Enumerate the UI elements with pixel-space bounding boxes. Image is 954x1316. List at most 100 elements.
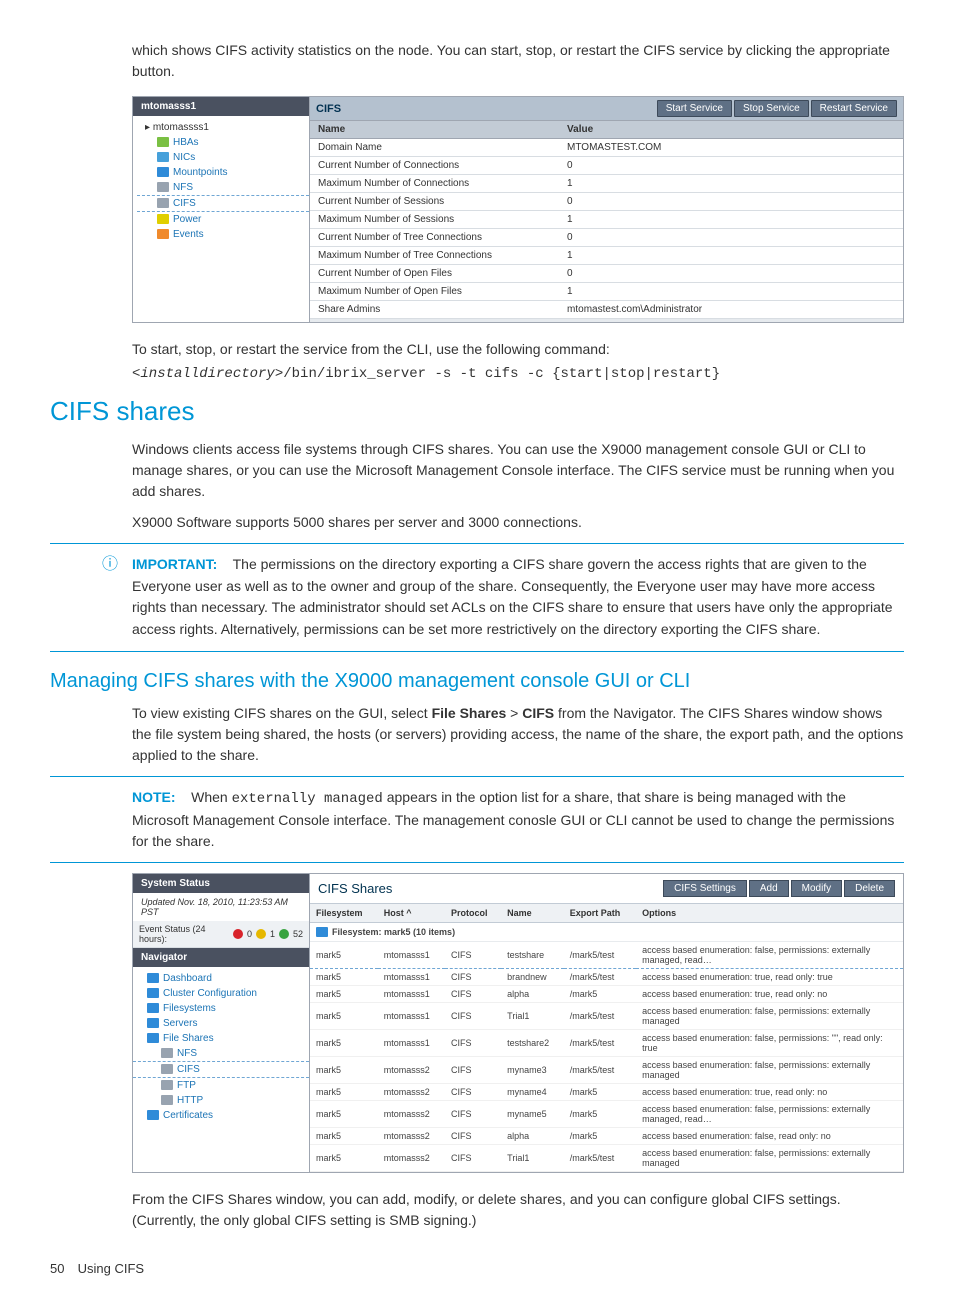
tree-item-hbas[interactable]: HBAs	[137, 135, 309, 150]
cli-intro: To start, stop, or restart the service f…	[132, 339, 904, 360]
nav-icon	[161, 1048, 173, 1058]
table-row[interactable]: mark5 mtomasss2 CIFS alpha /mark5 access…	[310, 1128, 903, 1145]
modify-button[interactable]: Modify	[791, 880, 842, 897]
th-export-path[interactable]: Export Path	[564, 904, 636, 923]
nav-item[interactable]: NFS	[133, 1046, 309, 1061]
delete-button[interactable]: Delete	[844, 880, 895, 897]
cell-fs: mark5	[310, 1128, 378, 1145]
th-options[interactable]: Options	[636, 904, 903, 923]
tree-label: Power	[173, 214, 201, 225]
table-row[interactable]: Maximum Number of Tree Connections1	[310, 247, 903, 265]
paragraph-2: X9000 Software supports 5000 shares per …	[132, 512, 904, 533]
table-row[interactable]: mark5 mtomasss1 CIFS Trial1 /mark5/test …	[310, 1003, 903, 1030]
table-row[interactable]: mark5 mtomasss1 CIFS alpha /mark5 access…	[310, 986, 903, 1003]
table-row[interactable]: mark5 mtomasss2 CIFS myname3 /mark5/test…	[310, 1057, 903, 1084]
tree-item-nics[interactable]: NICs	[137, 150, 309, 165]
heading-managing: Managing CIFS shares with the X9000 mana…	[50, 670, 904, 693]
cell-path: /mark5/test	[564, 1057, 636, 1084]
cell-path: /mark5	[564, 1084, 636, 1101]
text: To view existing CIFS shares on the GUI,…	[132, 705, 432, 721]
cell-name: Current Number of Open Files	[310, 265, 559, 283]
table-row[interactable]: mark5 mtomasss2 CIFS myname4 /mark5 acce…	[310, 1084, 903, 1101]
group-label: Filesystem: mark5 (10 items)	[332, 927, 455, 937]
card-icon	[157, 137, 169, 147]
nav-item[interactable]: File Shares	[133, 1031, 309, 1046]
table-row[interactable]: mark5 mtomasss2 CIFS Trial1 /mark5/test …	[310, 1145, 903, 1172]
error-icon	[233, 929, 243, 939]
cifs-settings-button[interactable]: CIFS Settings	[663, 880, 747, 897]
table-row[interactable]: Domain NameMTOMASTEST.COM	[310, 139, 903, 157]
cell-name: alpha	[501, 1128, 564, 1145]
closing-paragraph: From the CIFS Shares window, you can add…	[132, 1189, 904, 1231]
table-row[interactable]: mark5 mtomasss2 CIFS myname5 /mark5 acce…	[310, 1101, 903, 1128]
cell-name: Maximum Number of Connections	[310, 175, 559, 193]
tree-item-mountpoints[interactable]: Mountpoints	[137, 165, 309, 180]
nav-icon	[161, 1095, 173, 1105]
table-row[interactable]: mark5 mtomasss1 CIFS brandnew /mark5/tes…	[310, 969, 903, 986]
add-button[interactable]: Add	[749, 880, 789, 897]
nav-item[interactable]: HTTP	[133, 1093, 309, 1108]
th-name[interactable]: Name	[501, 904, 564, 923]
table-row[interactable]: mark5 mtomasss1 CIFS testshare /mark5/te…	[310, 942, 903, 969]
tree-item-events[interactable]: Events	[137, 227, 309, 242]
rule	[50, 862, 904, 863]
table-row[interactable]: Current Number of Sessions0	[310, 193, 903, 211]
cifs-main-header: CIFS Start Service Stop Service Restart …	[310, 97, 903, 121]
nav-item[interactable]: Filesystems	[133, 1001, 309, 1016]
cell-opts: access based enumeration: true, read onl…	[636, 1084, 903, 1101]
nav-item[interactable]: Cluster Configuration	[133, 986, 309, 1001]
cell-value: 0	[559, 265, 903, 283]
th-host[interactable]: Host ^	[378, 904, 445, 923]
page-number: 50	[50, 1261, 74, 1276]
table-row[interactable]: Current Number of Open Files0	[310, 265, 903, 283]
cell-value: mtomastest.com\Administrator	[559, 301, 903, 319]
cell-proto: CIFS	[445, 1145, 501, 1172]
nfs-icon	[157, 182, 169, 192]
tree-label: CIFS	[173, 198, 196, 209]
start-service-button[interactable]: Start Service	[657, 100, 732, 117]
cli-command: <installdirectory>/bin/ibrix_server -s -…	[132, 366, 904, 382]
table-row[interactable]: Share Adminsmtomastest.com\Administrator	[310, 301, 903, 319]
table-row[interactable]: Current Number of Connections0	[310, 157, 903, 175]
note: NOTE: When externally managed appears in…	[132, 787, 904, 852]
cell-opts: access based enumeration: false, read on…	[636, 1128, 903, 1145]
cli-placeholder: <installdirectory>	[132, 366, 283, 382]
table-row[interactable]: mark5 mtomasss1 CIFS testshare2 /mark5/t…	[310, 1030, 903, 1057]
nav-items: DashboardCluster ConfigurationFilesystem…	[133, 967, 309, 1127]
cell-path: /mark5	[564, 986, 636, 1003]
nav-item[interactable]: Servers	[133, 1016, 309, 1031]
info-icon	[279, 929, 289, 939]
tree-label: Events	[173, 229, 204, 240]
power-icon	[157, 214, 169, 224]
nav-item[interactable]: Dashboard	[133, 971, 309, 986]
restart-service-button[interactable]: Restart Service	[811, 100, 897, 117]
cell-value: MTOMASTEST.COM	[559, 139, 903, 157]
tree-root[interactable]: ▸ mtomassss1	[137, 120, 309, 135]
cell-name: testshare2	[501, 1030, 564, 1057]
nav-item[interactable]: FTP	[133, 1078, 309, 1093]
cell-fs: mark5	[310, 1057, 378, 1084]
cell-proto: CIFS	[445, 1128, 501, 1145]
cell-value: 0	[559, 193, 903, 211]
cell-opts: access based enumeration: false, permiss…	[636, 1003, 903, 1030]
table-row[interactable]: Current Number of Tree Connections0	[310, 229, 903, 247]
cell-host: mtomasss1	[378, 986, 445, 1003]
tree-item-cifs[interactable]: CIFS	[137, 195, 309, 212]
col-name: Name	[310, 121, 559, 139]
rule	[50, 543, 904, 544]
th-protocol[interactable]: Protocol	[445, 904, 501, 923]
table-row[interactable]: Maximum Number of Connections1	[310, 175, 903, 193]
th-filesystem[interactable]: Filesystem	[310, 904, 378, 923]
cell-proto: CIFS	[445, 1101, 501, 1128]
cell-name: Current Number of Sessions	[310, 193, 559, 211]
tree-item-power[interactable]: Power	[137, 212, 309, 227]
cell-host: mtomasss1	[378, 942, 445, 969]
table-row[interactable]: Maximum Number of Sessions1	[310, 211, 903, 229]
stop-service-button[interactable]: Stop Service	[734, 100, 809, 117]
table-row[interactable]: Maximum Number of Open Files1	[310, 283, 903, 301]
page-footer: 50 Using CIFS	[50, 1261, 904, 1276]
nav-item[interactable]: CIFS	[133, 1061, 309, 1078]
tree-item-nfs[interactable]: NFS	[137, 180, 309, 195]
group-row[interactable]: Filesystem: mark5 (10 items)	[310, 922, 903, 942]
nav-item[interactable]: Certificates	[133, 1108, 309, 1123]
